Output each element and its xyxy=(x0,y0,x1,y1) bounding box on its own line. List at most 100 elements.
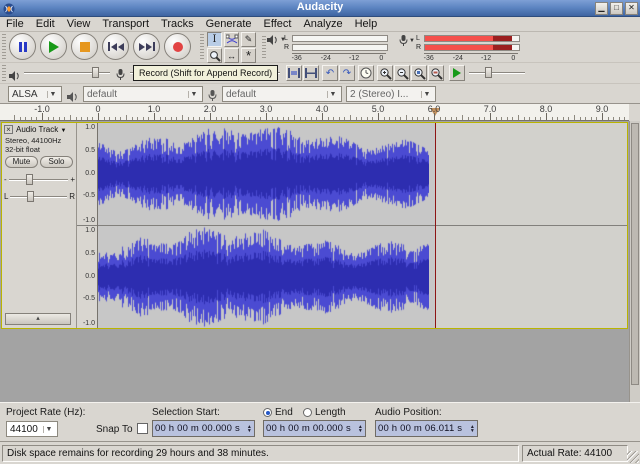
waveform-left-channel[interactable] xyxy=(98,123,436,225)
waveform-area[interactable] xyxy=(98,123,627,328)
timeline-label: 6.0 xyxy=(428,104,441,114)
vruler-label: 1.0 xyxy=(85,227,95,234)
audio-track: × Audio Track ▼ Stereo, 44100Hz 32-bit f… xyxy=(1,122,628,329)
vertical-scrollbar-thumb[interactable] xyxy=(631,123,639,385)
menu-view[interactable]: View xyxy=(61,17,97,31)
envelope-tool-button[interactable] xyxy=(224,32,239,47)
zoom-out-button[interactable] xyxy=(394,65,410,81)
trim-icon xyxy=(288,68,300,78)
undo-button[interactable]: ↶ xyxy=(322,65,338,81)
recording-cursor xyxy=(435,123,436,328)
audio-position-field[interactable]: 00 h 00 m 06.011 s▲▼ xyxy=(375,420,478,437)
track-control-panel: × Audio Track ▼ Stereo, 44100Hz 32-bit f… xyxy=(2,123,77,328)
recording-meter[interactable]: ▼ LR -36-24-120 xyxy=(394,34,524,62)
play-at-speed-button[interactable] xyxy=(449,65,465,81)
toolbar-row-2: ↶ ↷ xyxy=(0,63,640,84)
mute-button[interactable]: Mute xyxy=(5,156,38,168)
fit-selection-button[interactable] xyxy=(411,65,427,81)
fit-project-icon xyxy=(430,67,443,80)
meter-dropdown-arrow-icon[interactable]: ▼ xyxy=(409,38,415,44)
project-rate-select[interactable]: 44100▼ xyxy=(6,421,58,437)
selection-start-field[interactable]: 00 h 00 m 00.000 s▲▼ xyxy=(152,420,255,437)
output-volume-slider[interactable] xyxy=(24,66,110,79)
skip-to-start-button[interactable] xyxy=(102,33,129,60)
zoom-tool-button[interactable] xyxy=(207,48,222,63)
title-bar[interactable]: Audacity ▁ □ ✕ xyxy=(0,0,640,17)
trim-button[interactable] xyxy=(286,65,302,81)
vruler-label: 0.0 xyxy=(85,273,95,280)
selection-tool-button[interactable]: I xyxy=(207,32,222,47)
time-shift-tool-button[interactable]: ↔ xyxy=(224,48,239,63)
menu-edit[interactable]: Edit xyxy=(30,17,61,31)
zoom-in-button[interactable] xyxy=(377,65,393,81)
menu-analyze[interactable]: Analyze xyxy=(297,17,348,31)
timeline-ruler[interactable]: -1.001.02.03.04.05.06.07.08.09.0 xyxy=(0,104,629,121)
menu-transport[interactable]: Transport xyxy=(96,17,155,31)
snap-to-label: Snap To xyxy=(96,424,133,435)
device-toolbar: ALSA▼ default▼ default▼ 2 (Stereo) I...▼ xyxy=(0,84,640,104)
skip-end-icon xyxy=(139,42,155,51)
menu-help[interactable]: Help xyxy=(349,17,384,31)
meter-grip[interactable] xyxy=(262,36,266,60)
meter-scale: -36-24-120 xyxy=(424,53,518,62)
record-icon xyxy=(173,42,183,52)
output-device-select[interactable]: default▼ xyxy=(83,86,203,102)
selection-end-field[interactable]: 00 h 00 m 00.000 s▲▼ xyxy=(263,420,366,437)
menu-tracks[interactable]: Tracks xyxy=(155,17,200,31)
multi-tool-button[interactable]: * xyxy=(241,48,256,63)
length-radio[interactable]: Length xyxy=(303,407,346,418)
sync-lock-button[interactable] xyxy=(358,65,374,81)
redo-button[interactable]: ↷ xyxy=(339,65,355,81)
skip-start-icon xyxy=(108,42,124,51)
pan-right-label: R xyxy=(69,192,75,201)
playback-speed-slider[interactable] xyxy=(469,66,525,79)
pan-left-label: L xyxy=(4,192,8,201)
vertical-scrollbar[interactable] xyxy=(629,121,640,402)
timeline-label: 8.0 xyxy=(540,104,553,114)
vertical-ruler[interactable]: 1.00.50.0-0.5-1.01.00.50.0-0.5-1.0 xyxy=(77,123,98,328)
waveform-right-channel[interactable] xyxy=(98,226,436,328)
minimize-button[interactable]: ▁ xyxy=(595,2,608,15)
draw-tool-button[interactable]: ✎ xyxy=(241,32,256,47)
track-close-button[interactable]: × xyxy=(4,125,13,134)
play-button[interactable] xyxy=(40,33,67,60)
maximize-button[interactable]: □ xyxy=(610,2,623,15)
stop-button[interactable] xyxy=(71,33,98,60)
fit-project-button[interactable] xyxy=(428,65,444,81)
record-button[interactable] xyxy=(164,33,191,60)
tools-toolbar-grip[interactable] xyxy=(200,34,204,60)
gain-slider[interactable] xyxy=(9,173,69,186)
end-radio[interactable]: End xyxy=(263,407,293,418)
input-device-icon xyxy=(208,90,217,101)
skip-to-end-button[interactable] xyxy=(133,33,160,60)
snap-to-checkbox[interactable] xyxy=(137,423,148,434)
track-collapse-button[interactable]: ▴ xyxy=(5,313,71,325)
silence-button[interactable] xyxy=(303,65,319,81)
pan-slider[interactable] xyxy=(10,190,67,203)
menu-effect[interactable]: Effect xyxy=(258,17,298,31)
solo-button[interactable]: Solo xyxy=(40,156,73,168)
track-title-menu[interactable]: Audio Track ▼ xyxy=(16,125,66,134)
menu-file[interactable]: File xyxy=(0,17,30,31)
playback-meter[interactable]: ▼ LR -36-24-120 xyxy=(262,34,392,62)
menu-generate[interactable]: Generate xyxy=(200,17,258,31)
input-channels-select[interactable]: 2 (Stereo) I...▼ xyxy=(346,86,436,102)
vruler-label: -1.0 xyxy=(83,320,95,327)
output-volume-icon xyxy=(9,71,21,81)
meter-channel-label: L xyxy=(284,35,292,42)
mixer-toolbar-grip[interactable] xyxy=(2,65,6,81)
redo-icon: ↷ xyxy=(343,68,351,79)
vruler-label: 0.0 xyxy=(85,170,95,177)
timeline-label: 1.0 xyxy=(148,104,161,114)
play-icon xyxy=(49,41,59,53)
chevron-down-icon: ▼ xyxy=(188,91,199,98)
resize-grip[interactable] xyxy=(627,451,639,463)
transport-toolbar-grip[interactable] xyxy=(2,34,6,60)
close-button[interactable]: ✕ xyxy=(625,2,638,15)
pause-button[interactable] xyxy=(9,33,36,60)
audio-host-select[interactable]: ALSA▼ xyxy=(8,86,62,102)
menu-bar: FileEditViewTransportTracksGenerateEffec… xyxy=(0,17,640,32)
track-area: × Audio Track ▼ Stereo, 44100Hz 32-bit f… xyxy=(0,121,629,402)
timeline-label: 2.0 xyxy=(204,104,217,114)
input-device-select[interactable]: default▼ xyxy=(222,86,342,102)
